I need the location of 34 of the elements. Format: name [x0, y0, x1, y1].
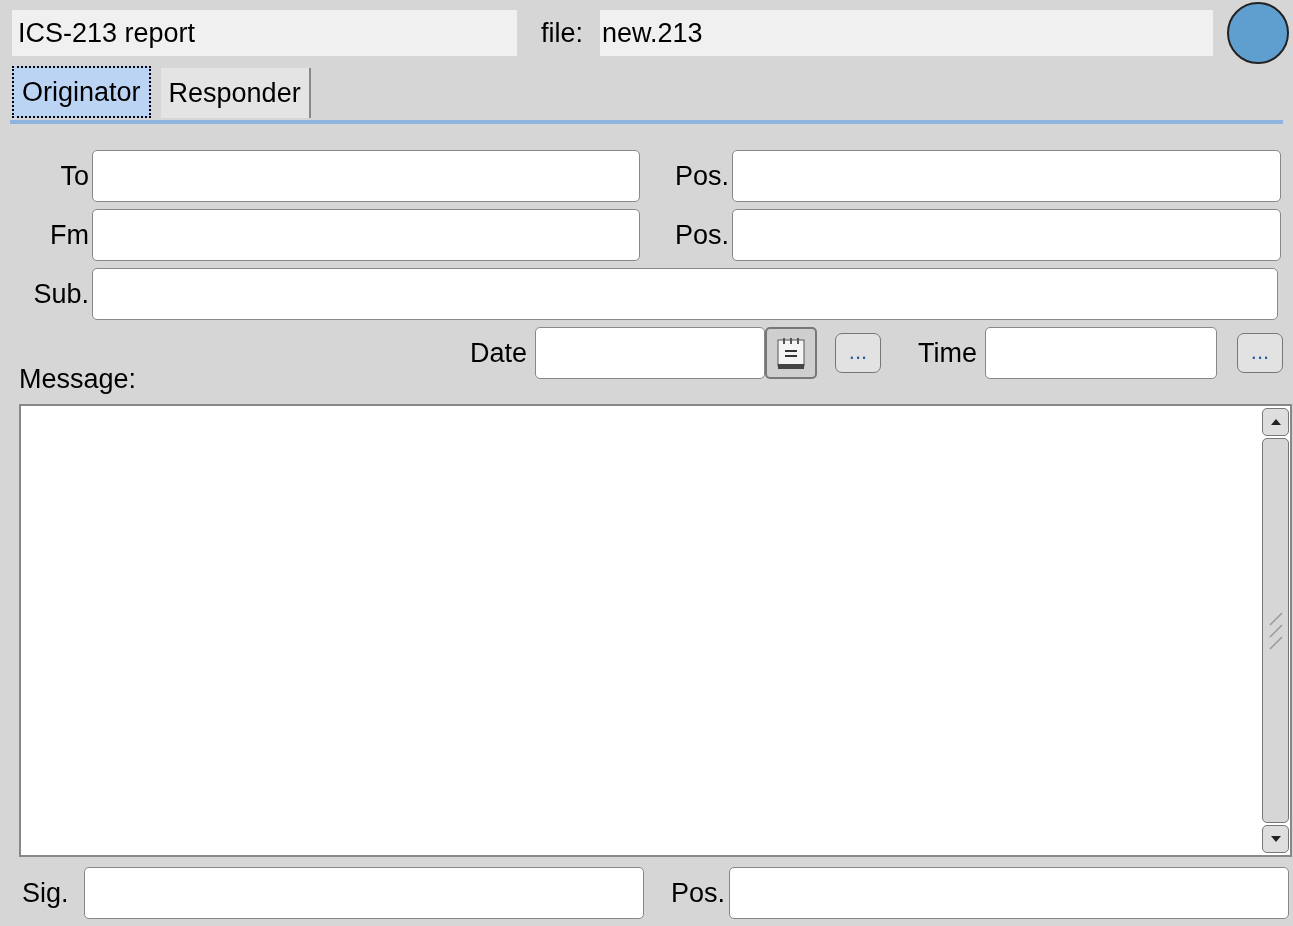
input-field[interactable]	[985, 327, 1217, 379]
input-field[interactable]	[92, 268, 1278, 320]
file-label: file:	[541, 16, 585, 50]
scrollbar-thumb[interactable]	[1262, 438, 1289, 823]
input-field[interactable]	[535, 327, 765, 379]
scroll-up-button[interactable]	[1262, 408, 1289, 436]
message-label: Message:	[19, 363, 138, 396]
input-field[interactable]	[92, 150, 640, 202]
input-field[interactable]	[729, 867, 1289, 919]
input-field[interactable]	[84, 867, 644, 919]
field-label: To	[59, 159, 90, 193]
calendar-button[interactable]	[765, 327, 817, 379]
field-label: Date	[468, 336, 528, 370]
arrow-down-icon	[1270, 836, 1281, 842]
calendar-icon	[776, 336, 806, 370]
field-label: Time	[917, 336, 978, 370]
input-field[interactable]	[732, 209, 1281, 261]
scroll-down-button[interactable]	[1262, 825, 1289, 853]
field-label: Pos.	[669, 876, 726, 910]
time-picker-button[interactable]: ...	[1237, 333, 1283, 373]
grip-icon	[1268, 610, 1283, 651]
input-field[interactable]	[732, 150, 1281, 202]
field-label: Pos.	[673, 218, 730, 252]
field-label: Sub.	[32, 277, 90, 311]
tab[interactable]: Originator	[12, 66, 151, 118]
file-name-field: new.213	[600, 10, 1213, 56]
tab[interactable]: Responder	[160, 68, 311, 118]
report-title: ICS-213 report	[12, 10, 517, 56]
arrow-up-icon	[1270, 419, 1281, 425]
field-label: Sig.	[22, 876, 70, 910]
field-label: Pos.	[673, 159, 730, 193]
input-field[interactable]	[92, 209, 640, 261]
date-picker-button[interactable]: ...	[835, 333, 881, 373]
field-label: Fm	[49, 218, 90, 252]
